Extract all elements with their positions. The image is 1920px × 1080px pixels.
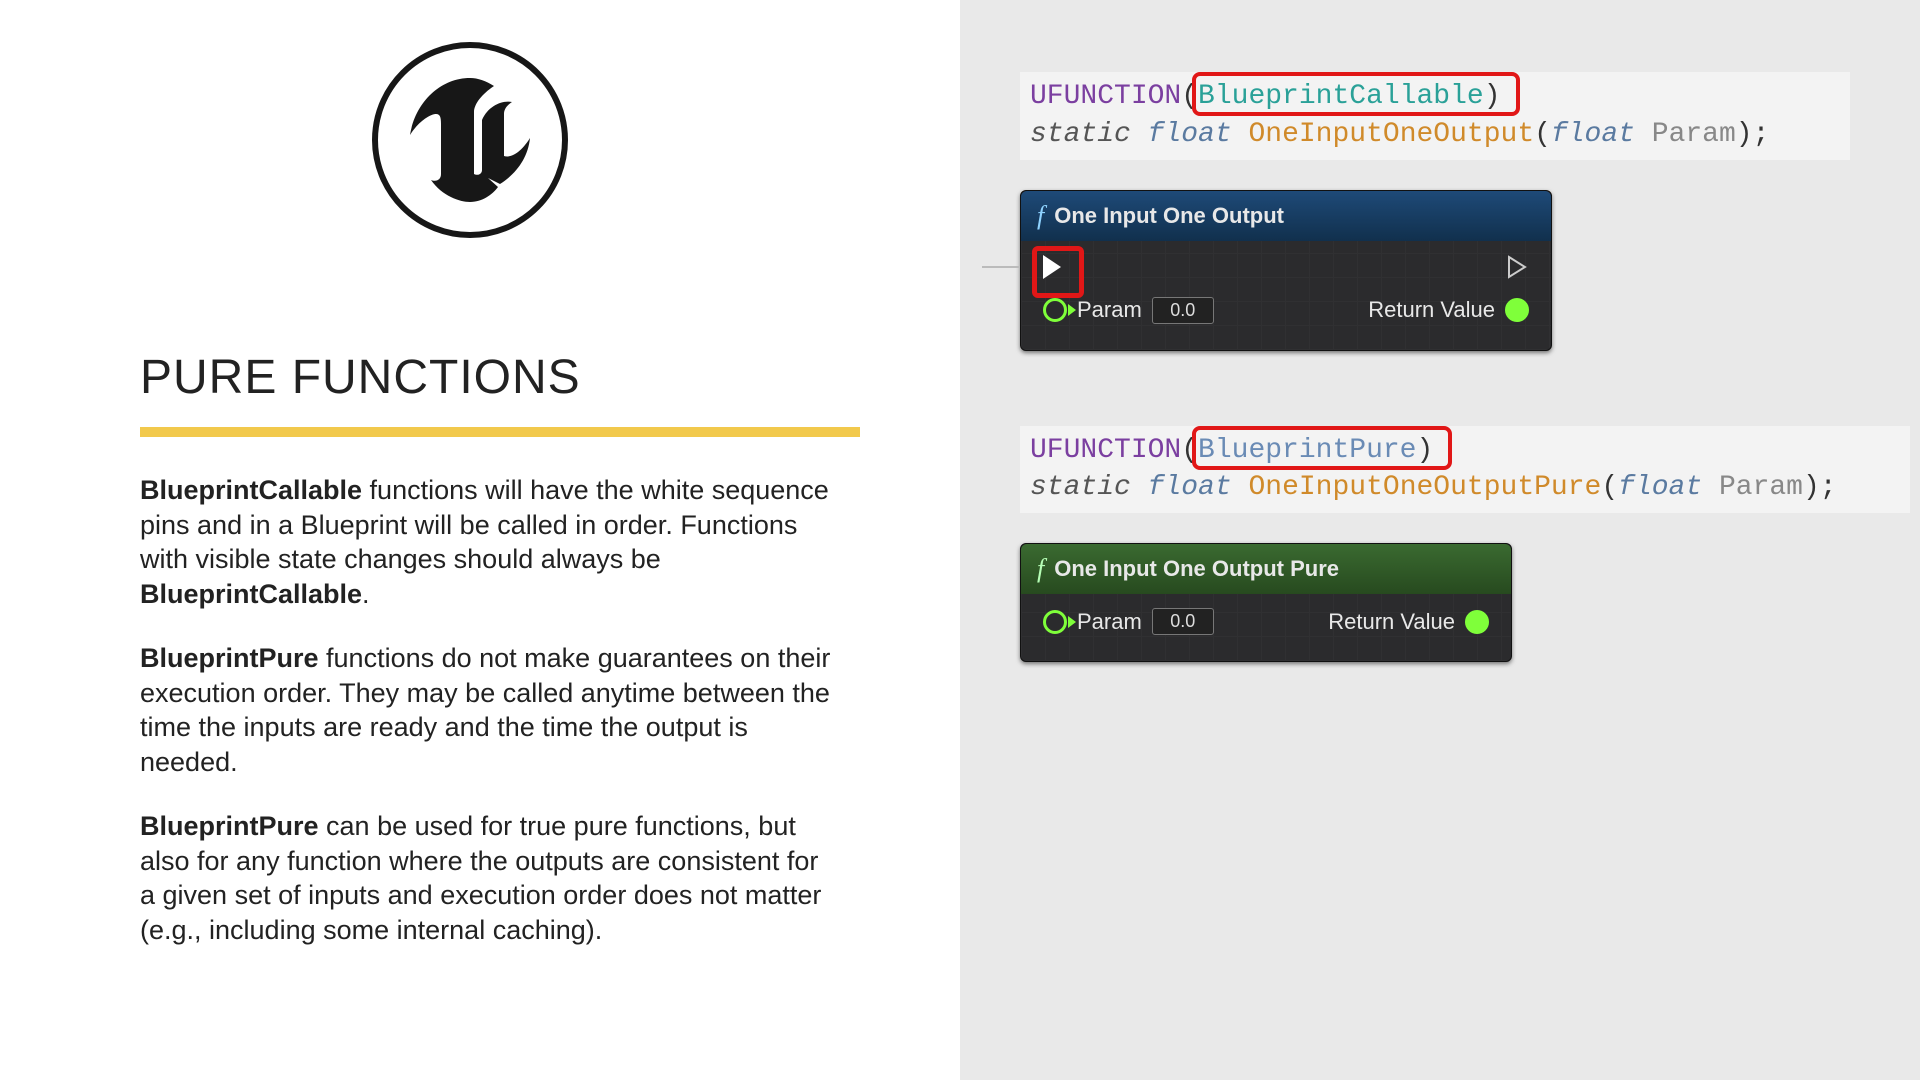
- code2-fn: OneInputOneOutputPure: [1248, 472, 1601, 503]
- p1-bold-2: BlueprintCallable: [140, 579, 362, 609]
- bp-node-pure-title: One Input One Output Pure: [1054, 556, 1339, 582]
- code1-static: static: [1030, 119, 1131, 150]
- function-icon: f: [1037, 201, 1044, 231]
- left-column: PURE FUNCTIONS BlueprintCallable functio…: [0, 0, 960, 1080]
- data-row: Param 0.0 Return Value: [1043, 297, 1529, 324]
- return-out-pin[interactable]: [1505, 298, 1529, 322]
- exec-row: [1043, 255, 1529, 279]
- code1-spec: BlueprintCallable: [1198, 81, 1484, 112]
- code1-fn: OneInputOneOutput: [1248, 119, 1534, 150]
- right-column: UFUNCTION(BlueprintCallable) static floa…: [960, 0, 1920, 1080]
- return-out-pin-pure[interactable]: [1465, 610, 1489, 634]
- param-in-pin[interactable]: [1043, 298, 1067, 322]
- param-input-group: Param 0.0: [1043, 297, 1214, 324]
- exec-in-pin[interactable]: [1043, 255, 1061, 279]
- p1-text-2: .: [362, 579, 370, 609]
- bp-node-callable-body: Param 0.0 Return Value: [1021, 241, 1551, 350]
- code1-ptype: float: [1551, 119, 1635, 150]
- code2-static: static: [1030, 472, 1131, 503]
- p2-bold-1: BlueprintPure: [140, 643, 319, 673]
- code1-float: float: [1148, 119, 1232, 150]
- bp-node-callable-title: One Input One Output: [1054, 203, 1284, 229]
- return-label: Return Value: [1368, 297, 1495, 323]
- param-in-pin-pure[interactable]: [1043, 610, 1067, 634]
- bp-node-callable-header: f One Input One Output: [1021, 191, 1551, 241]
- code2-float: float: [1148, 472, 1232, 503]
- exec-in-icon: [1043, 255, 1061, 279]
- function-icon: f: [1037, 554, 1044, 584]
- return-output-group: Return Value: [1368, 297, 1529, 323]
- code-snippet-pure: UFUNCTION(BlueprintPure) static float On…: [1020, 426, 1910, 514]
- exec-wire: [982, 266, 1020, 268]
- bp-node-callable: f One Input One Output: [1020, 190, 1552, 351]
- p1-bold-1: BlueprintCallable: [140, 475, 362, 505]
- param-label-pure: Param: [1077, 609, 1142, 635]
- code2-ptype: float: [1618, 472, 1702, 503]
- page-title: PURE FUNCTIONS: [140, 350, 840, 405]
- code2-pname: Param: [1719, 472, 1803, 503]
- exec-out-pin[interactable]: [1507, 255, 1529, 279]
- code-snippet-callable: UFUNCTION(BlueprintCallable) static floa…: [1020, 72, 1850, 160]
- paragraph-3: BlueprintPure can be used for true pure …: [140, 809, 840, 947]
- return-label-pure: Return Value: [1328, 609, 1455, 635]
- exec-out-icon: [1507, 255, 1529, 279]
- code1-macro: UFUNCTION: [1030, 81, 1181, 112]
- unreal-logo: [370, 40, 570, 240]
- bp-node-pure: f One Input One Output Pure Param 0.0 Re…: [1020, 543, 1512, 662]
- bp-node-pure-body: Param 0.0 Return Value: [1021, 594, 1511, 661]
- return-output-group-pure: Return Value: [1328, 609, 1489, 635]
- title-underline: [140, 427, 860, 437]
- paragraph-2: BlueprintPure functions do not make guar…: [140, 641, 840, 779]
- param-value-field[interactable]: 0.0: [1152, 297, 1214, 324]
- bp-node-callable-wrap: f One Input One Output: [1020, 190, 1890, 351]
- p3-bold-1: BlueprintPure: [140, 811, 319, 841]
- code1-pname: Param: [1652, 119, 1736, 150]
- bp-node-pure-header: f One Input One Output Pure: [1021, 544, 1511, 594]
- unreal-logo-icon: [370, 40, 570, 240]
- param-input-group-pure: Param 0.0: [1043, 608, 1214, 635]
- data-row-pure: Param 0.0 Return Value: [1043, 608, 1489, 635]
- param-label: Param: [1077, 297, 1142, 323]
- slide-root: PURE FUNCTIONS BlueprintCallable functio…: [0, 0, 1920, 1080]
- code2-macro: UFUNCTION: [1030, 435, 1181, 466]
- paragraph-1: BlueprintCallable functions will have th…: [140, 473, 840, 611]
- code2-spec: BlueprintPure: [1198, 435, 1416, 466]
- param-value-field-pure[interactable]: 0.0: [1152, 608, 1214, 635]
